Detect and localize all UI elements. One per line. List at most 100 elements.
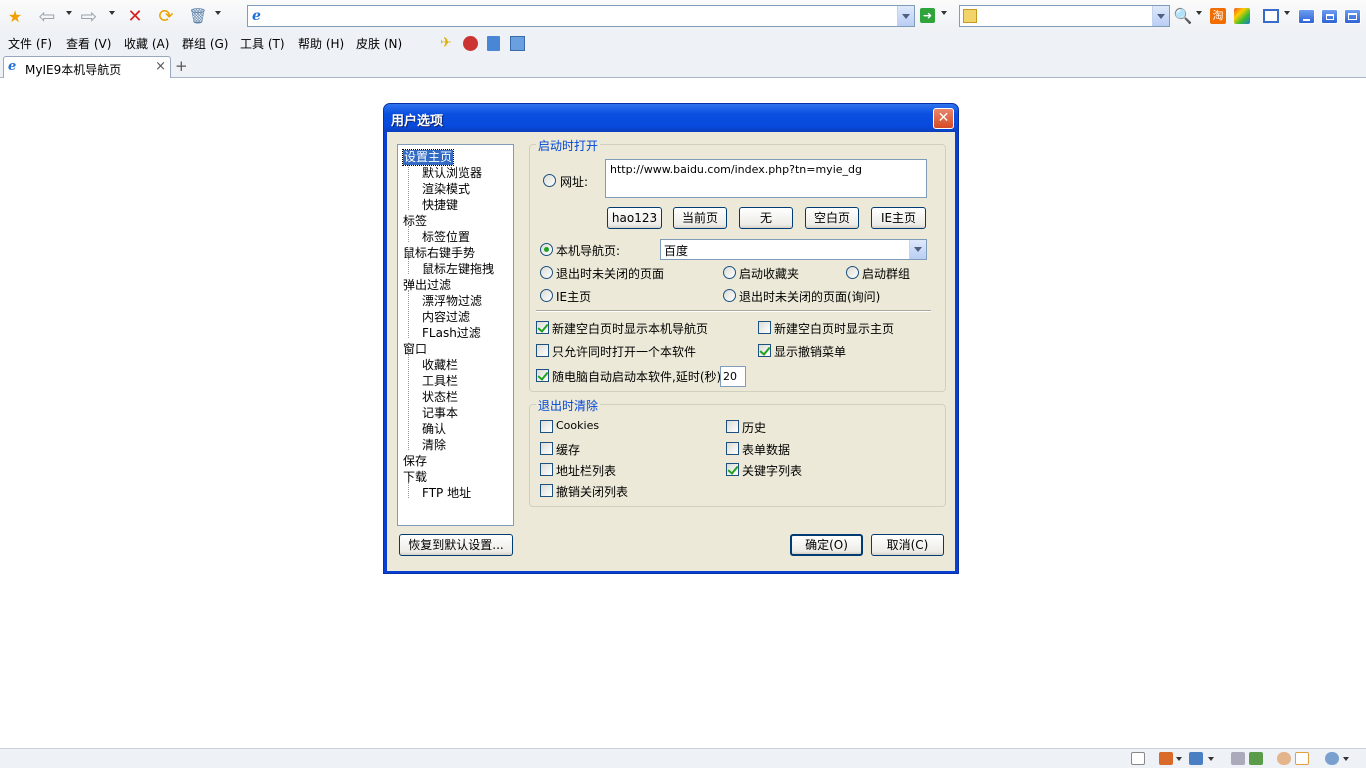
nav-page-dropdown-button[interactable] xyxy=(909,240,926,259)
search-magnifier-icon[interactable]: 🔍 xyxy=(1172,5,1194,27)
history-checkbox[interactable] xyxy=(726,420,739,433)
notebook-icon[interactable] xyxy=(487,36,500,51)
favorites-star-icon[interactable]: ★ xyxy=(4,5,26,27)
feed-icon[interactable] xyxy=(1159,752,1173,765)
rainbow-icon[interactable] xyxy=(1231,5,1253,27)
unclosed-pages-radio[interactable] xyxy=(540,266,553,279)
close-window-icon[interactable] xyxy=(1341,5,1363,27)
zoom-dropdown-icon[interactable] xyxy=(1343,757,1349,761)
hao123-button[interactable]: hao123 xyxy=(607,207,662,229)
search-dropdown-button[interactable] xyxy=(1152,6,1169,26)
block-icon[interactable] xyxy=(463,36,478,51)
minimize-icon[interactable] xyxy=(1295,5,1317,27)
refresh-status-icon[interactable] xyxy=(1249,752,1263,765)
feed-dropdown-icon[interactable] xyxy=(1176,757,1182,761)
page-info-icon[interactable] xyxy=(1131,752,1145,765)
ie-home-button[interactable]: IE主页 xyxy=(871,207,926,229)
restore-defaults-button[interactable]: 恢复到默认设置... xyxy=(399,534,513,556)
tree-item-flash-filter[interactable]: FLash过滤 xyxy=(422,326,481,341)
autostart-checkbox[interactable] xyxy=(536,369,549,382)
none-button[interactable]: 无 xyxy=(739,207,793,229)
dialog-titlebar[interactable]: 用户选项 ✕ xyxy=(384,104,958,132)
trash-icon[interactable]: 🗑 xyxy=(187,5,209,27)
go-icon[interactable]: ➜ xyxy=(920,8,935,23)
homepage-url-field[interactable]: http://www.baidu.com/index.php?tn=myie_d… xyxy=(605,159,927,198)
menu-skin[interactable]: 皮肤 (N) xyxy=(356,35,402,52)
taobao-icon[interactable]: 淘 xyxy=(1207,5,1229,27)
forward-icon[interactable]: ⇨ xyxy=(78,4,100,28)
refresh-icon[interactable]: ⟳ xyxy=(155,5,177,27)
tree-item-default-browser[interactable]: 默认浏览器 xyxy=(422,166,482,181)
blank-page-button[interactable]: 空白页 xyxy=(805,207,859,229)
options-tree[interactable]: 设置主页 默认浏览器 渲染模式 快捷键 标签 标签位置 鼠标右键手势 鼠标左键拖… xyxy=(397,144,514,526)
tree-item-shortcuts[interactable]: 快捷键 xyxy=(422,198,458,213)
new-tab-button[interactable]: + xyxy=(175,57,188,75)
cookies-checkbox[interactable] xyxy=(540,420,553,433)
start-group-radio[interactable] xyxy=(846,266,859,279)
undo-menu-checkbox[interactable] xyxy=(758,344,771,357)
brush-icon[interactable] xyxy=(1295,752,1309,765)
tab-myie9-home[interactable]: e MyIE9本机导航页 × xyxy=(3,56,171,78)
tree-item-download[interactable]: 下载 xyxy=(403,470,427,485)
trash-dropdown-icon[interactable] xyxy=(215,11,221,15)
back-icon[interactable]: ⇦ xyxy=(36,4,58,28)
menu-help[interactable]: 帮助 (H) xyxy=(298,35,344,52)
autostart-delay-field[interactable]: 20 xyxy=(720,366,746,387)
tree-item-render-mode[interactable]: 渲染模式 xyxy=(422,182,470,197)
go-dropdown-icon[interactable] xyxy=(941,11,947,15)
hand-icon[interactable] xyxy=(1277,752,1291,765)
image-dropdown-icon[interactable] xyxy=(1208,757,1214,761)
keyword-list-checkbox[interactable] xyxy=(726,463,739,476)
tree-item-statusbar[interactable]: 状态栏 xyxy=(422,390,458,405)
search-engine-icon[interactable] xyxy=(963,9,977,23)
cancel-button[interactable]: 取消(C) xyxy=(871,534,944,556)
unclosed-ask-radio[interactable] xyxy=(723,289,736,302)
ie-home-radio[interactable] xyxy=(540,289,553,302)
cache-checkbox[interactable] xyxy=(540,442,553,455)
tree-item-tabs[interactable]: 标签 xyxy=(403,214,427,229)
zoom-icon[interactable] xyxy=(1325,752,1339,765)
menu-groups[interactable]: 群组 (G) xyxy=(182,35,228,52)
image-icon[interactable] xyxy=(1189,752,1203,765)
menu-view[interactable]: 查看 (V) xyxy=(66,35,111,52)
address-dropdown-button[interactable] xyxy=(897,6,914,26)
url-radio[interactable] xyxy=(543,174,556,187)
tree-item-ftp-address[interactable]: FTP 地址 xyxy=(422,486,471,501)
tree-item-confirm[interactable]: 确认 xyxy=(422,422,446,437)
tree-item-toolbar[interactable]: 工具栏 xyxy=(422,374,458,389)
current-page-button[interactable]: 当前页 xyxy=(673,207,727,229)
window-layout-dropdown-icon[interactable] xyxy=(1284,11,1290,15)
tree-item-popup-filter[interactable]: 弹出过滤 xyxy=(403,278,451,293)
tree-item-save[interactable]: 保存 xyxy=(403,454,427,469)
address-bar[interactable]: e xyxy=(247,5,915,27)
menu-tools[interactable]: 工具 (T) xyxy=(240,35,285,52)
tree-item-left-drag[interactable]: 鼠标左键拖拽 xyxy=(422,262,494,277)
tree-item-notepad[interactable]: 记事本 xyxy=(422,406,458,421)
forward-dropdown-icon[interactable] xyxy=(109,11,115,15)
tree-item-favorites-bar[interactable]: 收藏栏 xyxy=(422,358,458,373)
blank-nav-checkbox[interactable] xyxy=(536,321,549,334)
ok-button[interactable]: 确定(O) xyxy=(790,534,863,556)
print-icon[interactable] xyxy=(1231,752,1245,765)
back-dropdown-icon[interactable] xyxy=(66,11,72,15)
stop-icon[interactable]: ✕ xyxy=(124,5,146,27)
window-layout-icon[interactable] xyxy=(1260,5,1282,27)
undo-closed-checkbox[interactable] xyxy=(540,484,553,497)
tree-item-float-filter[interactable]: 漂浮物过滤 xyxy=(422,294,482,309)
start-favorites-radio[interactable] xyxy=(723,266,736,279)
tree-item-content-filter[interactable]: 内容过滤 xyxy=(422,310,470,325)
single-instance-checkbox[interactable] xyxy=(536,344,549,357)
tree-item-set-homepage[interactable]: 设置主页 xyxy=(401,149,455,166)
search-box[interactable] xyxy=(959,5,1170,27)
tree-item-tab-position[interactable]: 标签位置 xyxy=(422,230,470,245)
menu-favorites[interactable]: 收藏 (A) xyxy=(124,35,169,52)
search-options-dropdown-icon[interactable] xyxy=(1196,11,1202,15)
tree-item-window[interactable]: 窗口 xyxy=(403,342,427,357)
form-data-checkbox[interactable] xyxy=(726,442,739,455)
address-list-checkbox[interactable] xyxy=(540,463,553,476)
blank-home-checkbox[interactable] xyxy=(758,321,771,334)
tree-item-right-gesture[interactable]: 鼠标右键手势 xyxy=(403,246,475,261)
paper-plane-icon[interactable]: ✈ xyxy=(440,36,456,50)
menu-file[interactable]: 文件 (F) xyxy=(8,35,52,52)
tab-close-icon[interactable]: × xyxy=(155,59,166,74)
